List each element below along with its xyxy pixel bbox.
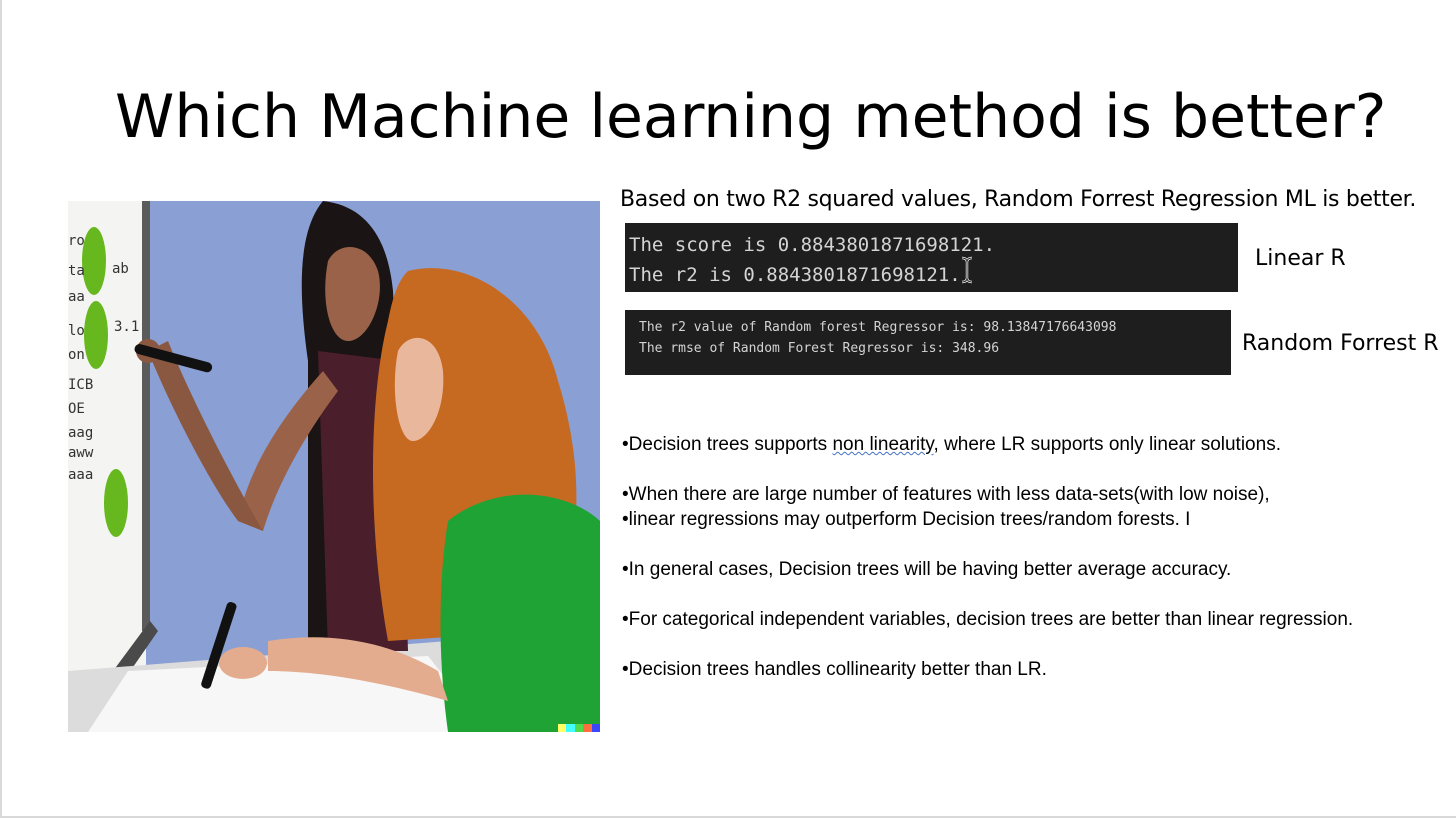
bullet-collinearity: •Decision trees handles collinearity bet… <box>622 659 1047 680</box>
svg-text:lo: lo <box>68 323 85 339</box>
slide-title: Which Machine learning method is better? <box>115 82 1387 152</box>
students-illustration-icon: ro ta aa lo on ICB OE aag aww aaa 3.1 ab <box>68 201 600 732</box>
svg-text:aa: aa <box>68 289 85 305</box>
bullet-categorical: •For categorical independent variables, … <box>622 609 1354 630</box>
svg-text:ta: ta <box>68 263 85 279</box>
svg-text:ro: ro <box>68 233 85 249</box>
spellcheck-underlined-word: non linearity <box>832 434 934 455</box>
bullet-list: •Decision trees supports non linearity, … <box>622 432 1353 682</box>
bullet-nonlinearity: •Decision trees supports non linearity, … <box>622 432 1353 457</box>
bullet-general-accuracy: •In general cases, Decision trees will b… <box>622 559 1232 580</box>
svg-text:aag: aag <box>68 425 93 441</box>
color-strip-watermark <box>558 724 600 732</box>
rf-r2-line: The r2 value of Random forest Regressor … <box>639 320 1117 335</box>
rf-rmse-line: The rmse of Random Forest Regressor is: … <box>639 341 1000 356</box>
linear-regression-label: Linear R <box>1255 246 1346 271</box>
svg-text:OE: OE <box>68 401 85 417</box>
svg-text:on: on <box>68 347 85 363</box>
bullet-text: , where LR supports only linear solution… <box>933 434 1281 455</box>
bullet-text: •Decision trees supports <box>622 434 833 455</box>
svg-text:aww: aww <box>68 445 94 461</box>
svg-text:3.1: 3.1 <box>114 319 139 335</box>
summary-text: Based on two R2 squared values, Random F… <box>620 187 1417 212</box>
text-cursor-icon <box>961 256 973 284</box>
bullet-features: •When there are large number of features… <box>622 484 1270 505</box>
bullet-linear-outperform: •linear regressions may outperform Decis… <box>622 509 1191 530</box>
random-forest-output: The r2 value of Random forest Regressor … <box>625 310 1231 375</box>
linear-regression-output: The score is 0.8843801871698121. The r2 i… <box>625 223 1238 292</box>
svg-text:ab: ab <box>112 261 129 277</box>
lr-score-line: The score is 0.8843801871698121. <box>629 234 996 256</box>
svg-text:aaa: aaa <box>68 467 93 483</box>
random-forest-label: Random Forrest R <box>1242 331 1439 356</box>
svg-text:ICB: ICB <box>68 377 93 393</box>
lr-r2-line: The r2 is 0.8843801871698121. <box>629 264 961 286</box>
students-whiteboard-image: ro ta aa lo on ICB OE aag aww aaa 3.1 ab <box>68 201 600 732</box>
